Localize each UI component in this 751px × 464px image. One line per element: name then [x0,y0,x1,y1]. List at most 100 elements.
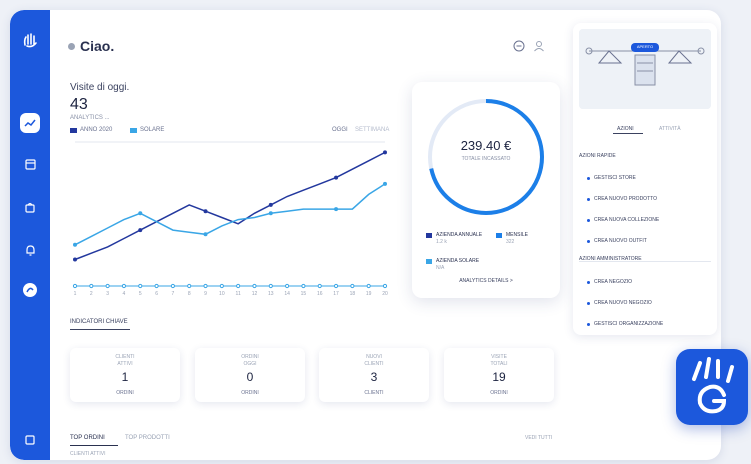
chat-icon[interactable] [513,40,525,52]
legend-swatch [426,233,432,238]
chart-legend: ANNO 2020 SOLARE OGGI SETTIMANA [70,127,390,139]
action-manage-organization[interactable]: GESTISCI ORGANIZZAZIONE [587,321,663,327]
x-tick-label: 19 [366,291,372,297]
x-tick-label: 4 [123,291,126,297]
bag-icon [25,202,35,213]
data-point[interactable] [268,211,273,216]
stat-sub: ORDINI [116,390,134,396]
legend-series-1[interactable]: ANNO 2020 [70,127,112,133]
data-point[interactable] [383,181,387,186]
header-actions [513,40,545,52]
brand-logo[interactable] [676,349,748,425]
x-axis-marker [105,283,110,289]
x-axis-marker [72,283,78,289]
x-axis-marker [252,283,257,289]
sidebar-item-notifications[interactable] [20,240,40,260]
x-axis-marker [154,283,159,289]
x-axis-marker [333,283,339,289]
x-tick-label: 17 [333,291,339,297]
data-point[interactable] [383,150,387,155]
greeting: Ciao. [68,38,114,54]
logo-hand-icon[interactable] [20,30,40,50]
sidebar-item-profile[interactable] [20,280,40,300]
active-tab-indicator [70,445,118,446]
x-axis-marker [138,283,143,289]
x-axis-marker [268,283,273,289]
x-tick-label: 10 [219,291,225,297]
stat-card[interactable]: VISITE TOTALI 19 ORDINI [444,348,554,402]
card-legend-item: AZIENDA ANNUALE 1.2 k [426,232,482,245]
sidebar-item-dashboard[interactable] [20,113,40,133]
revenue-amount-label: TOTALE INCASSATO [461,156,511,162]
action-new-collection[interactable]: CREA NUOVA COLLEZIONE [587,217,659,223]
stat-value: 19 [492,370,506,384]
data-point[interactable] [73,242,77,247]
analytics-details-link[interactable]: ANALYTICS DETAILS > [412,278,560,284]
greeting-text: Ciao. [80,38,115,54]
x-axis-marker [366,283,371,289]
x-tick-label: 1 [74,291,77,297]
data-point[interactable] [138,211,143,216]
x-axis-marker [285,283,290,289]
x-tick-label: 5 [139,291,142,297]
store-icon [24,158,36,170]
store-status-badge: APERTO [636,44,654,49]
action-new-shop[interactable]: CREA NUOVO NEGOZIO [587,300,652,306]
stat-label: ORDINI OGGI [241,354,259,367]
app-window: Ciao. Visite di oggi. 43 ANALYTICS ... A… [10,10,721,460]
tab-activity[interactable]: ATTIVITÀ [659,126,681,132]
tab-actions[interactable]: AZIONI [617,126,634,132]
legend-swatch [426,259,432,264]
x-axis-marker [121,283,127,289]
logout-icon [25,435,35,445]
bell-icon [25,244,35,256]
user-icon[interactable] [533,40,545,52]
active-tab-indicator [613,133,643,134]
x-axis-marker [203,283,208,289]
x-axis-marker [187,283,192,289]
stat-label: CLIENTI ATTIVI [115,354,135,367]
action-manage-store[interactable]: GESTISCI STORE [587,175,636,181]
x-tick-label: 8 [188,291,191,297]
stat-label: NUOVI CLIENTI [364,354,384,367]
x-tick-label: 20 [382,291,388,297]
stat-card[interactable]: CLIENTI ATTIVI 1 ORDINI [70,348,180,402]
legend-swatch [496,233,502,238]
range-week[interactable]: SETTIMANA [355,127,389,133]
sidebar-item-logout[interactable] [20,430,40,450]
stat-card[interactable]: NUOVI CLIENTI 3 CLIENTI [319,348,429,402]
x-axis-marker [382,283,388,289]
x-axis-marker [219,283,224,289]
data-point[interactable] [73,257,77,262]
x-tick-label: 16 [317,291,323,297]
action-new-outfit[interactable]: CREA NUOVO OUTFIT [587,238,647,244]
stat-sub: ORDINI [241,390,259,396]
series-line-2 [74,183,386,246]
data-point[interactable] [334,175,339,180]
data-point[interactable] [203,209,208,214]
x-axis-marker [317,283,322,289]
see-all-link[interactable]: VEDI TUTTI [525,435,552,441]
data-point[interactable] [268,202,273,207]
visits-sublabel: ANALYTICS ... [70,115,110,121]
stat-sub: CLIENTI [364,390,384,396]
sidebar-item-store[interactable] [20,154,40,174]
data-point[interactable] [334,207,339,212]
stat-label: VISITE TOTALI [490,354,508,367]
tab-top-orders[interactable]: TOP ORDINI [70,435,105,441]
action-create-shop[interactable]: CREA NEGOZIO [587,279,632,285]
data-point[interactable] [203,232,208,237]
stat-card[interactable]: ORDINI OGGI 0 ORDINI [195,348,305,402]
hand-g-logo-icon [692,357,734,414]
sidebar-item-orders[interactable] [20,198,40,218]
revenue-amount: 239.40 € [460,138,512,153]
visits-value: 43 [70,96,88,113]
action-new-product[interactable]: CREA NUOVO PRODOTTO [587,196,657,202]
range-today[interactable]: OGGI [332,127,348,133]
data-point[interactable] [138,228,143,233]
section-title: INDICATORI CHIAVE [70,319,128,325]
tab-top-products[interactable]: TOP PRODOTTI [125,435,170,441]
legend-series-2[interactable]: SOLARE [130,127,164,133]
x-tick-label: 18 [350,291,356,297]
x-axis-marker [301,283,306,289]
